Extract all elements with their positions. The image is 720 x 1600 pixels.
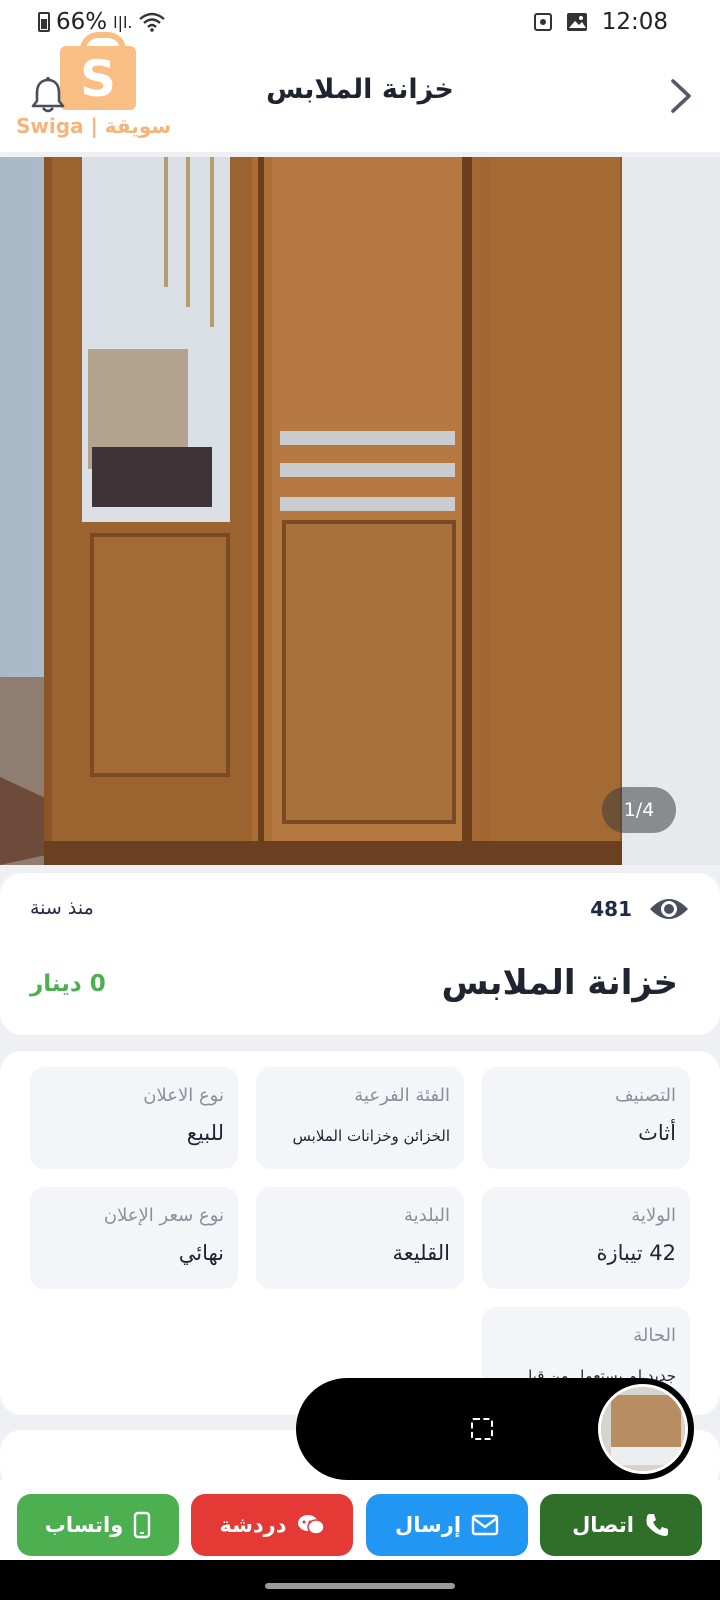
image-counter: 1/4 (602, 787, 676, 833)
battery-icon (38, 12, 50, 32)
product-image[interactable]: 1/4 (0, 157, 720, 865)
price: 0 دينار (30, 971, 106, 997)
detail-category: التصنيف أثاث (482, 1067, 690, 1169)
system-nav-bar (0, 1560, 720, 1600)
detail-value: القليعة (392, 1241, 450, 1265)
views-number: 481 (590, 897, 632, 921)
scan-icon[interactable] (471, 1418, 493, 1440)
detail-municipality: البلدية القليعة (256, 1187, 464, 1289)
chat-label: دردشة (219, 1513, 287, 1537)
app-header: S Swiga | سويقة خزانة الملابس (0, 32, 720, 152)
detail-label: البلدية (404, 1205, 450, 1226)
home-handle[interactable] (265, 1583, 455, 1589)
mail-icon (471, 1514, 499, 1536)
views-count: 481 (590, 895, 690, 923)
call-button[interactable]: اتصال (540, 1494, 702, 1556)
ad-title: خزانة الملابس (441, 963, 678, 1003)
details-card: التصنيف أثاث الفئة الفرعية الخزائن وخزان… (0, 1051, 720, 1415)
detail-label: الحالة (633, 1325, 676, 1346)
floating-video-overlay[interactable] (296, 1378, 694, 1480)
phone-icon (646, 1514, 668, 1536)
detail-subcategory: الفئة الفرعية الخزائن وخزانات الملابس (256, 1067, 464, 1169)
whatsapp-label: واتساب (44, 1513, 124, 1537)
eye-icon (650, 899, 688, 919)
detail-ad-type: نوع الاعلان للبيع (30, 1067, 238, 1169)
detail-value: 42 تيبازة (596, 1241, 676, 1265)
call-label: اتصال (572, 1513, 634, 1537)
posted-time: منذ سنة (30, 897, 94, 919)
detail-label: نوع الاعلان (143, 1085, 224, 1106)
detail-value: الخزائن وخزانات الملابس (292, 1127, 450, 1145)
signal-icon: l|l. (113, 12, 133, 32)
gallery-icon (566, 13, 587, 31)
detail-value: نهائي (178, 1241, 224, 1265)
notification-icon (533, 13, 552, 31)
chat-button[interactable]: دردشة (191, 1494, 353, 1556)
wardrobe-photo (0, 157, 720, 865)
page-title: خزانة الملابس (266, 74, 454, 105)
detail-value: أثاث (638, 1121, 676, 1145)
chevron-right-icon[interactable] (664, 76, 698, 116)
status-right: 12:08 (533, 9, 668, 35)
mobile-icon (134, 1511, 151, 1539)
detail-value: للبيع (186, 1121, 224, 1145)
detail-label: نوع سعر الإعلان (103, 1205, 224, 1226)
detail-state: الولاية 42 تيبازة (482, 1187, 690, 1289)
send-button[interactable]: إرسال (366, 1494, 528, 1556)
clock: 12:08 (601, 9, 668, 35)
detail-price-type: نوع سعر الإعلان نهائي (30, 1187, 238, 1289)
logo-text: Swiga | سويقة (16, 114, 172, 138)
whatsapp-button[interactable]: واتساب (17, 1494, 179, 1556)
wifi-icon (138, 12, 165, 32)
detail-label: الفئة الفرعية (354, 1085, 450, 1106)
thumbnail-image (601, 1387, 685, 1471)
detail-label: التصنيف (614, 1085, 676, 1106)
chat-icon (297, 1515, 325, 1535)
action-bar: اتصال إرسال دردشة واتساب (0, 1480, 720, 1560)
send-label: إرسال (394, 1513, 462, 1537)
detail-label: الولاية (631, 1205, 676, 1226)
overlay-thumbnail[interactable] (598, 1384, 688, 1474)
summary-card: منذ سنة 481 خزانة الملابس 0 دينار (0, 873, 720, 1035)
